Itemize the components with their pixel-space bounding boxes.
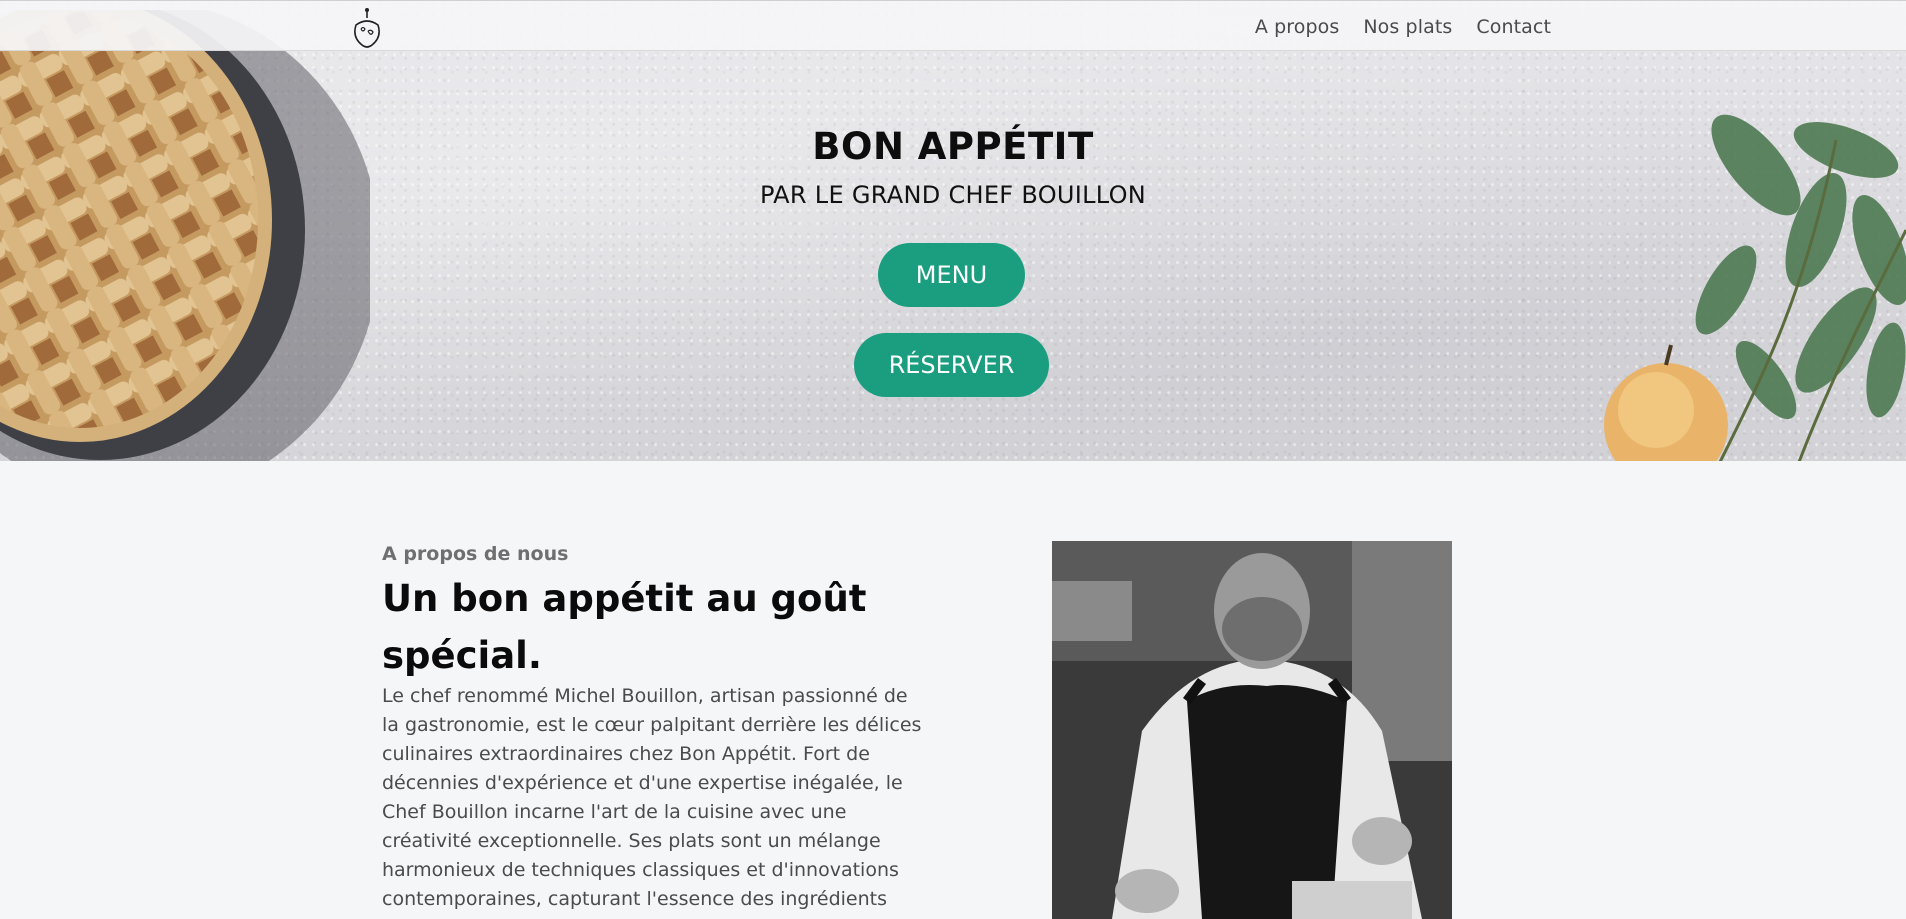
about-text: Le chef renommé Michel Bouillon, artisan…: [382, 685, 922, 910]
nav-links: A propos Nos plats Contact: [1255, 1, 1551, 52]
pie-image: [0, 10, 370, 461]
hero-section: BON APPÉTIT PAR LE GRAND CHEF BOUILLON M…: [0, 0, 1906, 461]
about-kicker: A propos de nous: [382, 543, 569, 565]
chef-logo-icon[interactable]: [350, 7, 384, 49]
about-heading: Un bon appétit au goût spécial.: [382, 577, 867, 677]
nav-link-contact[interactable]: Contact: [1476, 16, 1551, 38]
top-navbar: A propos Nos plats Contact: [0, 0, 1906, 51]
menu-button[interactable]: MENU: [878, 243, 1025, 307]
chef-photo: [1052, 541, 1452, 919]
nav-link-dishes[interactable]: Nos plats: [1363, 16, 1452, 38]
reserve-button[interactable]: RÉSERVER: [854, 333, 1049, 397]
hero-subtitle: PAR LE GRAND CHEF BOUILLON: [759, 181, 1147, 209]
nav-link-about[interactable]: A propos: [1255, 16, 1340, 38]
chef-photo-illustration: [1052, 541, 1452, 919]
hero-title: BON APPÉTIT: [812, 125, 1094, 168]
